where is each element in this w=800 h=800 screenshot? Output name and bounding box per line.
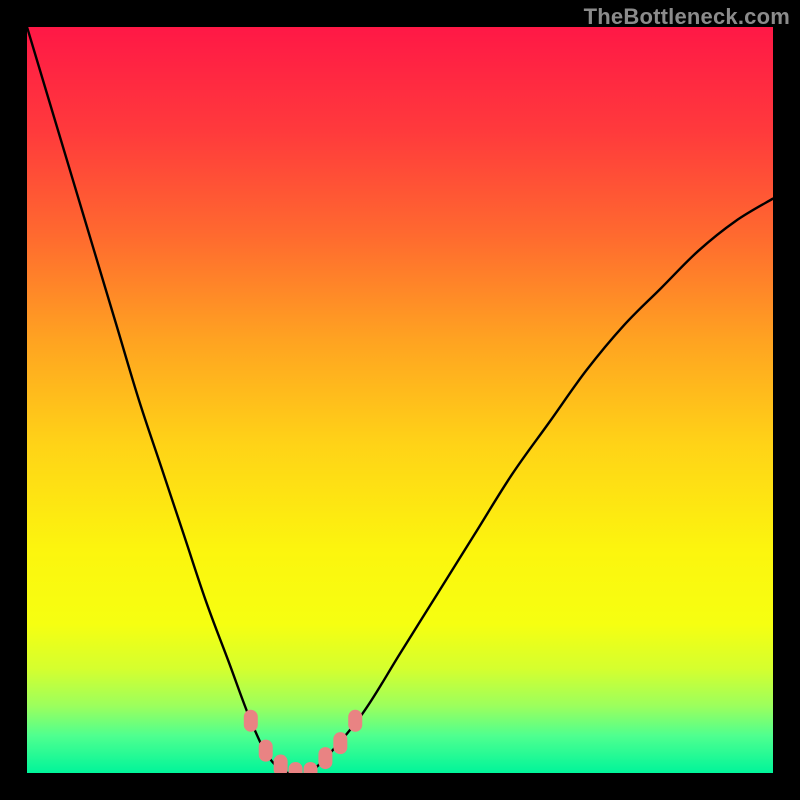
curve-marker bbox=[244, 710, 258, 732]
curve-marker bbox=[348, 710, 362, 732]
curve-marker bbox=[303, 762, 317, 773]
curve-marker bbox=[333, 732, 347, 754]
curve-marker bbox=[274, 755, 288, 773]
bottleneck-curve bbox=[27, 27, 773, 773]
watermark-text: TheBottleneck.com bbox=[584, 4, 790, 30]
curve-marker bbox=[259, 740, 273, 762]
curve-marker bbox=[289, 762, 303, 773]
chart-frame bbox=[27, 27, 773, 773]
curve-marker bbox=[318, 747, 332, 769]
